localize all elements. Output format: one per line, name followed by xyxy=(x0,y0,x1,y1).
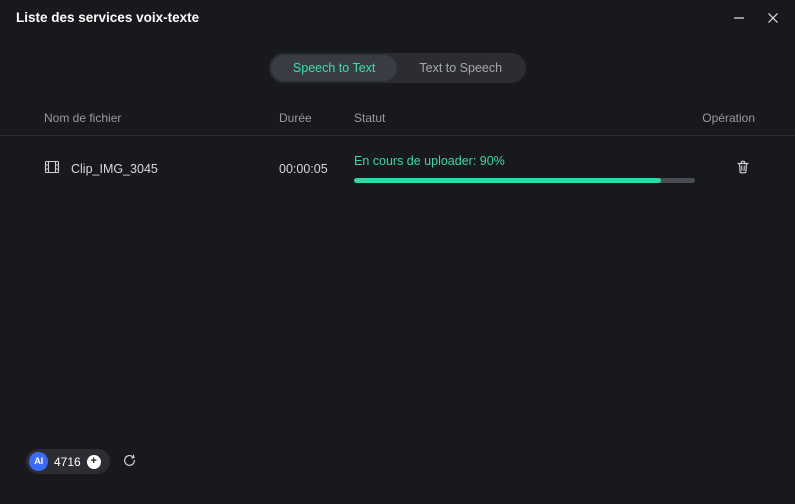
credits-count: 4716 xyxy=(54,455,81,469)
cell-filename: Clip_IMG_3045 xyxy=(44,159,279,178)
window-controls xyxy=(733,12,779,24)
refresh-button[interactable] xyxy=(122,453,137,471)
ai-badge-icon: AI xyxy=(29,452,48,471)
footer: AI 4716 + xyxy=(26,449,137,474)
refresh-icon xyxy=(122,453,137,471)
close-button[interactable] xyxy=(767,12,779,24)
header-operation: Opération xyxy=(695,111,755,125)
status-text: En cours de uploader: 90% xyxy=(354,154,695,168)
cell-duration: 00:00:05 xyxy=(279,162,354,176)
minimize-button[interactable] xyxy=(733,12,745,24)
tab-text-to-speech[interactable]: Text to Speech xyxy=(397,55,524,81)
filename-text: Clip_IMG_3045 xyxy=(71,162,158,176)
header-status: Statut xyxy=(354,111,695,125)
header-duration: Durée xyxy=(279,111,354,125)
plus-icon: + xyxy=(87,455,101,469)
credits-pill[interactable]: AI 4716 + xyxy=(26,449,110,474)
clip-icon xyxy=(44,159,60,178)
progress-fill xyxy=(354,178,661,183)
cell-status: En cours de uploader: 90% xyxy=(354,154,695,183)
progress-bar xyxy=(354,178,695,183)
titlebar: Liste des services voix-texte xyxy=(0,0,795,31)
table-row: Clip_IMG_3045 00:00:05 En cours de uploa… xyxy=(0,136,795,201)
table-header: Nom de fichier Durée Statut Opération xyxy=(0,101,795,136)
trash-icon xyxy=(735,163,751,178)
delete-button[interactable] xyxy=(731,155,755,182)
tabs-row: Speech to Text Text to Speech xyxy=(0,53,795,83)
cell-operation xyxy=(695,155,755,182)
header-filename: Nom de fichier xyxy=(44,111,279,125)
window-title: Liste des services voix-texte xyxy=(16,10,199,25)
segmented-control: Speech to Text Text to Speech xyxy=(269,53,526,83)
tab-speech-to-text[interactable]: Speech to Text xyxy=(271,55,397,81)
